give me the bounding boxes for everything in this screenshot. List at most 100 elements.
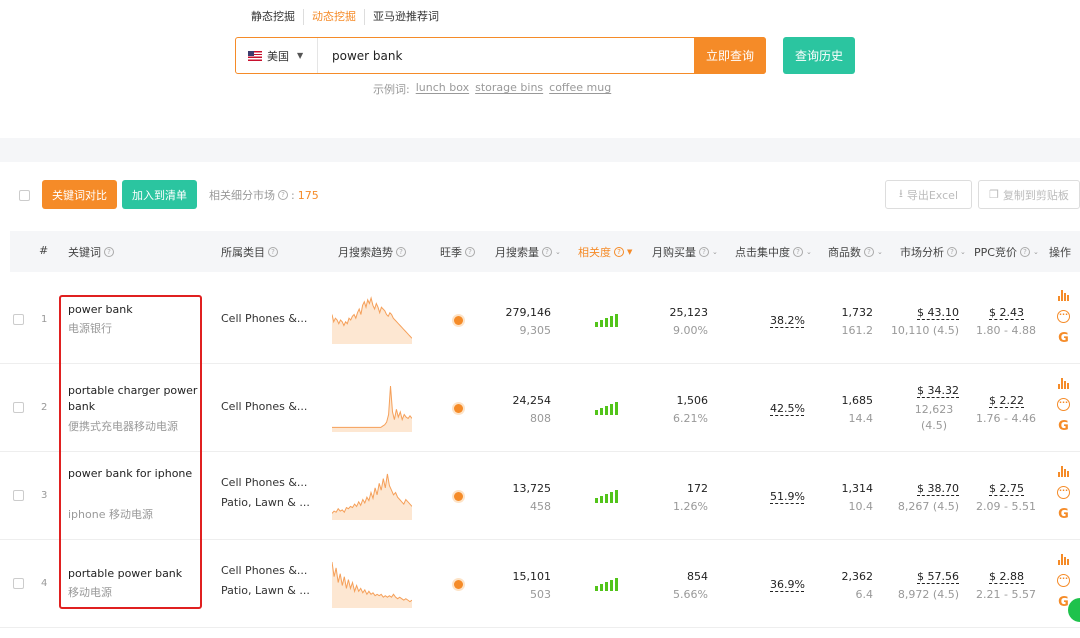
search-trend-sparkline[interactable]	[332, 382, 412, 432]
example-link[interactable]: coffee mug	[549, 81, 611, 97]
tab-dynamic-mining[interactable]: 动态挖掘	[304, 9, 365, 25]
col-product-count[interactable]: 商品数? ⌄	[828, 244, 883, 260]
peak-season-dot[interactable]	[454, 404, 463, 413]
market-avg-price[interactable]: $ 57.56	[917, 570, 959, 583]
category-text[interactable]: Cell Phones &...	[221, 400, 307, 413]
ppc-bid[interactable]: $ 2.75	[989, 482, 1024, 495]
category-text[interactable]: Cell Phones &...	[221, 564, 307, 577]
col-monthly-searches[interactable]: 月搜索量? ⌄	[495, 244, 561, 260]
google-icon[interactable]: G	[1058, 332, 1069, 345]
market-avg-price[interactable]: $ 43.10	[917, 306, 959, 319]
peak-season-dot[interactable]	[454, 580, 463, 589]
category-text[interactable]: Cell Phones &...	[221, 312, 307, 325]
table-row[interactable]: 3 power bank for iphone iphone 移动电源 Cell…	[0, 452, 1080, 540]
sort-icon[interactable]: ⌄	[555, 248, 561, 256]
copy-clipboard-button[interactable]: ❐ 复制到剪贴板	[978, 180, 1080, 209]
col-monthly-purchases[interactable]: 月购买量? ⌄	[652, 244, 718, 260]
product-count-sub: 161.2	[841, 324, 874, 337]
product-count: 2,362	[841, 570, 874, 583]
more-icon[interactable]: ···	[1057, 310, 1070, 323]
row-checkbox[interactable]	[13, 578, 24, 589]
market-avg-price[interactable]: $ 34.32	[917, 384, 959, 397]
search-button[interactable]: 立即查询	[694, 37, 766, 74]
click-concentration[interactable]: 38.2%	[770, 314, 805, 327]
help-icon[interactable]: ?	[465, 247, 475, 257]
sort-icon[interactable]: ▼	[627, 248, 632, 256]
help-icon[interactable]: ?	[1019, 247, 1030, 257]
help-icon[interactable]: ?	[542, 247, 552, 257]
relevance-bar	[595, 586, 598, 591]
sort-icon[interactable]: ⌄	[712, 248, 718, 256]
sort-icon[interactable]: ⌄	[806, 248, 812, 256]
sort-icon[interactable]: ⌄	[1033, 248, 1039, 256]
market-avg-price[interactable]: $ 38.70	[917, 482, 959, 495]
col-ppc-bid[interactable]: PPC竞价? ⌄	[974, 244, 1039, 260]
search-trend-sparkline[interactable]	[332, 558, 412, 608]
bar-chart-icon[interactable]	[1058, 290, 1069, 301]
trend-area	[332, 562, 412, 608]
col-relevance[interactable]: 相关度? ▼	[578, 244, 632, 260]
row-actions: ··· G	[1057, 466, 1070, 521]
google-icon[interactable]: G	[1058, 420, 1069, 433]
more-icon[interactable]: ···	[1057, 574, 1070, 587]
ppc-bid[interactable]: $ 2.43	[989, 306, 1024, 319]
bar-chart-icon[interactable]	[1058, 378, 1069, 389]
select-all-checkbox[interactable]	[19, 190, 30, 201]
country-select[interactable]: 美国 ▼	[236, 38, 318, 73]
keyword-text[interactable]: portable power bank	[68, 566, 206, 582]
keyword-text[interactable]: portable charger power bank	[68, 383, 206, 415]
row-checkbox[interactable]	[13, 402, 24, 413]
compare-keywords-button[interactable]: 关键词对比	[42, 180, 117, 209]
peak-season-dot[interactable]	[454, 316, 463, 325]
search-input[interactable]	[318, 38, 694, 73]
click-concentration[interactable]: 51.9%	[770, 490, 805, 503]
keyword-text[interactable]: power bank for iphone	[68, 466, 206, 482]
col-market-analysis[interactable]: 市场分析? ⌄	[900, 244, 966, 260]
google-icon[interactable]: G	[1058, 508, 1069, 521]
table-row[interactable]: 4 portable power bank 移动电源 Cell Phones &…	[0, 540, 1080, 628]
category-text[interactable]: Patio, Lawn & ...	[221, 496, 310, 509]
keyword-text[interactable]: power bank	[68, 302, 206, 318]
search-trend-sparkline[interactable]	[332, 470, 412, 520]
more-icon[interactable]: ···	[1057, 398, 1070, 411]
help-icon[interactable]: ?	[396, 247, 406, 257]
related-markets-count[interactable]: 175	[298, 189, 319, 202]
col-click-concentration[interactable]: 点击集中度? ⌄	[735, 244, 812, 260]
example-link[interactable]: storage bins	[475, 81, 543, 97]
help-icon[interactable]: ?	[278, 190, 288, 200]
history-button[interactable]: 查询历史	[783, 37, 855, 74]
product-count: 1,732	[841, 306, 874, 319]
help-icon[interactable]: ?	[793, 247, 803, 257]
category-text[interactable]: Cell Phones &...	[221, 476, 307, 489]
relevance-bar	[615, 314, 618, 327]
ppc-bid[interactable]: $ 2.88	[989, 570, 1024, 583]
help-icon[interactable]: ?	[268, 247, 278, 257]
ppc-bid[interactable]: $ 2.22	[989, 394, 1024, 407]
click-concentration[interactable]: 36.9%	[770, 578, 805, 591]
row-checkbox[interactable]	[13, 490, 24, 501]
help-icon[interactable]: ?	[104, 247, 114, 257]
more-icon[interactable]: ···	[1057, 486, 1070, 499]
peak-season-dot[interactable]	[454, 492, 463, 501]
market-reviews: 8,267 (4.5)	[897, 500, 959, 513]
help-icon[interactable]: ?	[864, 247, 874, 257]
keyword-translation: iphone 移动电源	[68, 508, 153, 521]
table-row[interactable]: 1 power bank 电源银行 Cell Phones &... 279,1…	[0, 276, 1080, 364]
tab-amazon-suggestions[interactable]: 亚马逊推荐词	[365, 9, 447, 25]
help-icon[interactable]: ?	[947, 247, 957, 257]
export-excel-button[interactable]: ⭳ 导出Excel	[885, 180, 972, 209]
search-trend-sparkline[interactable]	[332, 294, 412, 344]
bar-chart-icon[interactable]	[1058, 466, 1069, 477]
bar-chart-icon[interactable]	[1058, 554, 1069, 565]
click-concentration[interactable]: 42.5%	[770, 402, 805, 415]
help-icon[interactable]: ?	[699, 247, 709, 257]
help-icon[interactable]: ?	[614, 247, 624, 257]
tab-static-mining[interactable]: 静态挖掘	[251, 9, 304, 25]
example-link[interactable]: lunch box	[416, 81, 469, 97]
row-checkbox[interactable]	[13, 314, 24, 325]
table-row[interactable]: 2 portable charger power bank 便携式充电器移动电源…	[0, 364, 1080, 452]
add-to-list-button[interactable]: 加入到清单	[122, 180, 197, 209]
sort-icon[interactable]: ⌄	[877, 248, 883, 256]
category-text[interactable]: Patio, Lawn & ...	[221, 584, 310, 597]
sort-icon[interactable]: ⌄	[960, 248, 966, 256]
